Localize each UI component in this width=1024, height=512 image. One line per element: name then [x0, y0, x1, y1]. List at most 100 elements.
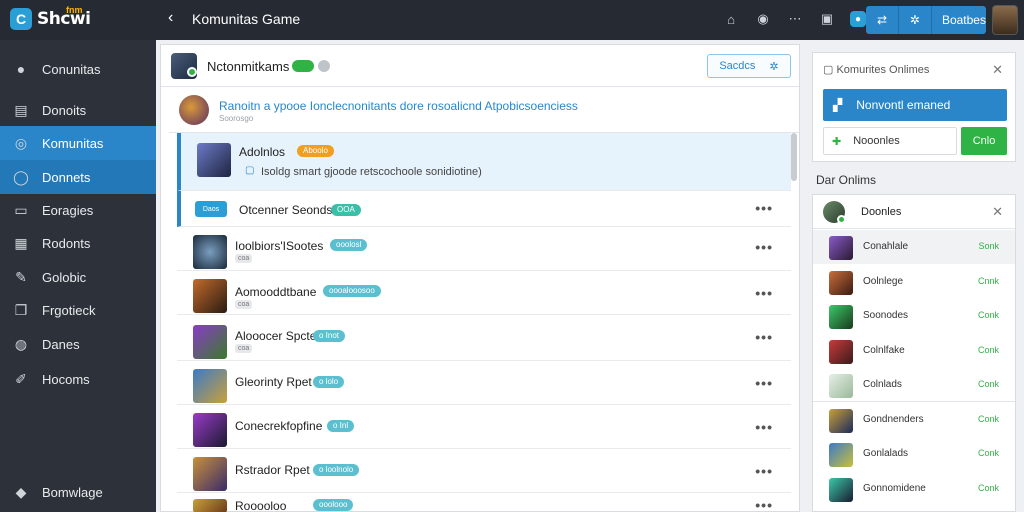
search-button[interactable]: Sacdcs ✲ [707, 54, 791, 78]
list-item[interactable]: Oolnlege Cnnk [813, 265, 1015, 299]
user-avatar [829, 374, 853, 398]
more-icon[interactable]: ⋯ [786, 10, 804, 28]
more-icon[interactable]: ••• [755, 239, 773, 255]
online-users-panel: Doonles ✕ Conahlale Sonk Oolnlege Cnnk Soo… [812, 194, 1016, 512]
list-item[interactable]: Daos Otcenner Seonds OOA ••• [177, 191, 791, 227]
list-item[interactable]: Adolnlos Aboolo ▢ Isoldg smart gjoode re… [177, 133, 791, 191]
user-status: Conk [977, 414, 999, 424]
user-name: Gonlalads [863, 448, 909, 459]
user-status: Conk [977, 483, 999, 493]
user-avatar[interactable] [992, 5, 1018, 35]
sidebar-item-golobic[interactable]: ✎ Golobic [0, 260, 156, 294]
go-button[interactable]: Cnlo [961, 127, 1007, 155]
announcement-banner[interactable]: Ranoitn a ypooe Ionclecnonitants dore ro… [169, 89, 799, 133]
item-detail: Isoldg smart gjoode retscochoole sonidio… [261, 166, 482, 178]
list-item[interactable]: Alooocer Spcte o Inot coa ••• [177, 317, 791, 361]
item-action-button[interactable]: Daos [195, 201, 227, 217]
list-item[interactable]: Colnlads Conk [813, 368, 1015, 402]
sidebar-item-conunitas[interactable]: ● Conunitas [0, 52, 156, 86]
status-pill [292, 60, 314, 72]
group-title: Nctonmitkams [207, 59, 290, 74]
user-name: Oolnlege [863, 276, 904, 287]
item-tag: oooalooosoo [323, 285, 381, 297]
item-tag: ooolosl [330, 239, 368, 251]
user-status: Conk [977, 310, 999, 320]
close-icon[interactable]: ✕ [992, 204, 1003, 220]
sidebar: ● Conunitas ▤ Donoits ◎ Komunitas ◯ Donnets … [0, 40, 162, 512]
user-avatar [829, 236, 853, 260]
panel-icon: ▢ [823, 64, 837, 76]
top-icons: ⌂ ◉ ⋯ ▣ ● [722, 10, 866, 28]
online-dot [837, 215, 846, 224]
channel-list: Adolnlos Aboolo ▢ Isoldg smart gjoode re… [177, 133, 791, 512]
list-item[interactable]: Gondnenders Conk [813, 403, 1015, 437]
window-icon[interactable]: ▣ [818, 10, 836, 28]
item-tag: o Inl [327, 420, 355, 432]
list-item[interactable]: Ioolbiors'ISootes ooolosl coa ••• [177, 227, 791, 271]
item-name: Adolnlos [239, 145, 286, 159]
list-item[interactable]: Conahlale Sonk [813, 230, 1015, 264]
item-avatar [197, 143, 231, 177]
more-icon[interactable]: ••• [755, 329, 773, 345]
item-name: Alooocer Spcte [235, 329, 317, 343]
more-icon[interactable]: ••• [755, 497, 773, 512]
list-item[interactable]: Conecrekfopfine o Inl ••• [177, 405, 791, 449]
section-title: Dar Onlims [816, 173, 877, 187]
compass-icon: ◎ [14, 134, 28, 151]
home-icon[interactable]: ⌂ [722, 10, 740, 28]
list-item[interactable]: Rooooloo ooolooo ••• [177, 493, 791, 512]
list-item[interactable]: Gleorinty Rpet o lolo ••• [177, 361, 791, 405]
input-label: Nooonles [853, 135, 900, 147]
item-avatar [193, 325, 227, 359]
close-icon[interactable]: ✕ [992, 62, 1003, 78]
top-action-button[interactable]: ⇄ ✲ Boatbes [866, 6, 986, 34]
more-icon[interactable]: ••• [755, 463, 773, 479]
more-icon[interactable]: ••• [755, 285, 773, 301]
list-item[interactable]: Colnlfake Conk [813, 334, 1015, 368]
panel-title: ▢ Komurites Onlimes [823, 63, 929, 76]
sidebar-item-donnets[interactable]: ◯ Donnets [0, 160, 156, 194]
user-avatar [829, 443, 853, 467]
sidebar-item-komunitas[interactable]: ◎ Komunitas [0, 126, 162, 160]
more-icon[interactable]: ••• [755, 200, 773, 216]
app-logo[interactable]: C Shcwi fnm [10, 5, 91, 30]
sidebar-footer-label: Bomwlage [42, 484, 103, 500]
banner-title: Ranoitn a ypooe Ionclecnonitants dore ro… [219, 99, 578, 113]
sidebar-item-frgotieck[interactable]: ❐ Frgotieck [0, 293, 156, 327]
item-name: Aomooddtbane [235, 285, 317, 299]
list-item[interactable]: Gonnomidene Conk [813, 472, 1015, 506]
logo-icon: C [10, 8, 32, 30]
notification-icon[interactable]: ● [850, 11, 866, 27]
more-icon[interactable]: ••• [755, 375, 773, 391]
item-tag: Aboolo [297, 145, 334, 157]
item-sub: coa [235, 344, 253, 353]
selected-channel[interactable]: ▞ Nonvontl emaned [823, 89, 1007, 121]
user-status: Sonk [978, 241, 999, 251]
top-bar: C Shcwi fnm ‹ Komunitas Game ⌂ ◉ ⋯ ▣ ● ⇄… [0, 0, 1024, 40]
sidebar-item-danes[interactable]: ◍ Danes [0, 327, 156, 361]
sidebar-item-donoits[interactable]: ▤ Donoits [0, 93, 156, 127]
more-icon[interactable]: ••• [755, 419, 773, 435]
sidebar-item-label: Hocoms [42, 371, 90, 387]
user-name: Doonles [861, 206, 902, 218]
user-avatar [829, 340, 853, 364]
list-item[interactable]: Aomooddtbane oooalooosoo coa ••• [177, 271, 791, 315]
sidebar-item-label: Eoragies [42, 202, 94, 218]
sidebar-item-label: Rodonts [42, 235, 91, 251]
sidebar-footer[interactable]: ◆ Bomwlage [0, 475, 156, 509]
sidebar-item-hocoms[interactable]: ✐ Hocoms [0, 362, 156, 396]
scrollbar[interactable] [791, 133, 797, 181]
online-panel: ▢ Komurites Onlimes ✕ ▞ Nonvontl emaned ✚… [812, 52, 1016, 162]
sidebar-item-eoragies[interactable]: ▭ Eoragies [0, 193, 156, 227]
link-icon: ⇄ [866, 6, 899, 34]
invite-input[interactable]: ✚ Nooonles [823, 127, 957, 155]
back-arrow-icon[interactable]: ‹ [168, 9, 173, 27]
list-item[interactable]: Gonlalads Conk [813, 437, 1015, 471]
list-item[interactable]: Soonodes Conk [813, 299, 1015, 333]
item-name: Otcenner Seonds [239, 203, 333, 217]
sidebar-item-rodonts[interactable]: ▦ Rodonts [0, 226, 156, 260]
user-avatar [829, 305, 853, 329]
gear-icon: ✲ [899, 6, 932, 34]
search-icon[interactable]: ◉ [754, 10, 772, 28]
list-item[interactable]: Rstrador Rpet o loolnolo ••• [177, 449, 791, 493]
